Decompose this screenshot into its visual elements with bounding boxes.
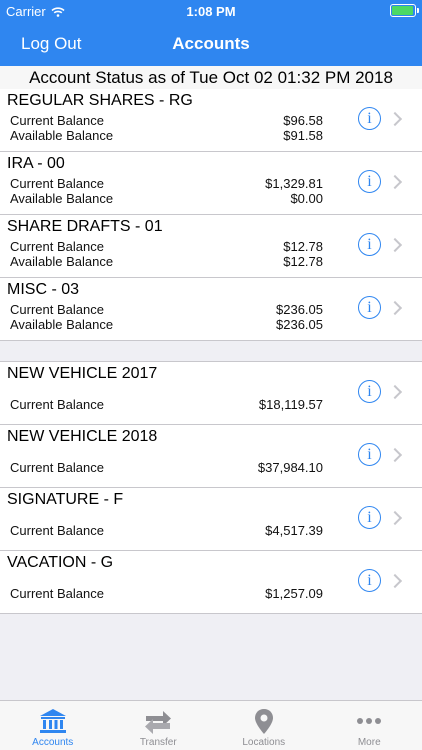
tab-more[interactable]: More: [317, 701, 422, 750]
navigation-bar: Log Out Accounts: [0, 22, 422, 66]
tab-accounts-label: Accounts: [32, 737, 74, 748]
account-name: NEW VEHICLE 2017: [7, 365, 158, 382]
tab-accounts[interactable]: Accounts: [0, 701, 106, 750]
current-balance-value: $4,517.39: [265, 523, 323, 538]
current-balance-label: Current Balance: [10, 176, 104, 191]
current-balance-value: $1,257.09: [265, 586, 323, 601]
chevron-right-icon: [387, 300, 403, 316]
account-name: SIGNATURE - F: [7, 491, 124, 508]
location-pin-icon: [254, 709, 273, 734]
chevron-right-icon: [387, 237, 403, 253]
status-bar: Carrier 1:08 PM: [0, 0, 422, 22]
chevron-right-icon: [387, 174, 403, 190]
account-row[interactable]: NEW VEHICLE 2017 Current Balance $18,119.5…: [0, 362, 422, 425]
info-icon[interactable]: i: [358, 380, 381, 403]
account-row[interactable]: SHARE DRAFTS - 01 Current Balance $12.78 Av…: [0, 215, 422, 278]
info-icon[interactable]: i: [358, 296, 381, 319]
tab-more-label: More: [357, 737, 381, 748]
account-name: VACATION - G: [7, 554, 114, 571]
chevron-right-icon: [387, 111, 403, 127]
current-balance-label: Current Balance: [10, 113, 104, 128]
available-balance-label: Available Balance: [10, 191, 114, 206]
info-icon[interactable]: i: [358, 170, 381, 193]
current-balance-value: $37,984.10: [257, 460, 323, 475]
current-balance-value: $1,329.81: [265, 176, 323, 191]
tab-transfer-label: Transfer: [139, 737, 177, 748]
current-balance-label: Current Balance: [10, 586, 104, 601]
chevron-right-icon: [387, 384, 403, 400]
info-icon[interactable]: i: [358, 233, 381, 256]
tab-locations[interactable]: Locations: [211, 701, 317, 750]
account-name: IRA - 00: [7, 155, 65, 172]
info-icon[interactable]: i: [358, 443, 381, 466]
available-balance-label: Available Balance: [10, 128, 114, 143]
available-balance-label: Available Balance: [10, 254, 114, 269]
account-row[interactable]: SIGNATURE - F Current Balance $4,517.39 i: [0, 488, 422, 551]
transfer-arrows-icon: [145, 711, 172, 734]
current-balance-label: Current Balance: [10, 239, 104, 254]
loans-list: NEW VEHICLE 2017 Current Balance $18,119.5…: [0, 361, 422, 614]
account-row[interactable]: VACATION - G Current Balance $1,257.09 i: [0, 551, 422, 614]
available-balance-value: $12.78: [283, 254, 323, 269]
tab-transfer[interactable]: Transfer: [106, 701, 212, 750]
account-row[interactable]: NEW VEHICLE 2018 Current Balance $37,984.1…: [0, 425, 422, 488]
available-balance-label: Available Balance: [10, 317, 114, 332]
info-icon[interactable]: i: [358, 107, 381, 130]
available-balance-value: $236.05: [276, 317, 323, 332]
account-name: REGULAR SHARES - RG: [7, 92, 193, 109]
battery-icon: [390, 4, 419, 20]
info-icon[interactable]: i: [358, 506, 381, 529]
chevron-right-icon: [387, 510, 403, 526]
ellipsis-icon: [357, 718, 382, 724]
current-balance-value: $18,119.57: [258, 397, 323, 412]
account-name: NEW VEHICLE 2018: [7, 428, 158, 445]
shares-list: REGULAR SHARES - RG Current Balance $96.58…: [0, 89, 422, 341]
account-row[interactable]: IRA - 00 Current Balance $1,329.81 Availabl…: [0, 152, 422, 215]
account-name: MISC - 03: [7, 281, 80, 298]
current-balance-value: $12.78: [283, 239, 323, 254]
page-title: Accounts: [172, 34, 250, 53]
available-balance-value: $91.58: [283, 128, 323, 143]
tab-bar: Accounts Transfer Locations More: [0, 700, 422, 750]
account-status-header: Account Status as of Tue Oct 02 01:32 PM…: [0, 66, 422, 90]
chevron-right-icon: [387, 573, 403, 589]
current-balance-value: $96.58: [283, 113, 323, 128]
current-balance-label: Current Balance: [10, 397, 104, 412]
account-row[interactable]: REGULAR SHARES - RG Current Balance $96.58…: [0, 89, 422, 152]
current-balance-label: Current Balance: [10, 302, 104, 317]
clock-time: 1:08 PM: [186, 4, 236, 19]
chevron-right-icon: [387, 447, 403, 463]
current-balance-label: Current Balance: [10, 523, 104, 538]
account-row[interactable]: MISC - 03 Current Balance $236.05 Available…: [0, 278, 422, 341]
section-spacer: [0, 341, 422, 361]
account-name: SHARE DRAFTS - 01: [7, 218, 163, 235]
available-balance-value: $0.00: [290, 191, 323, 206]
current-balance-value: $236.05: [276, 302, 323, 317]
info-icon[interactable]: i: [358, 569, 381, 592]
current-balance-label: Current Balance: [10, 460, 104, 475]
tab-locations-label: Locations: [242, 737, 286, 748]
bank-icon: [39, 709, 66, 733]
